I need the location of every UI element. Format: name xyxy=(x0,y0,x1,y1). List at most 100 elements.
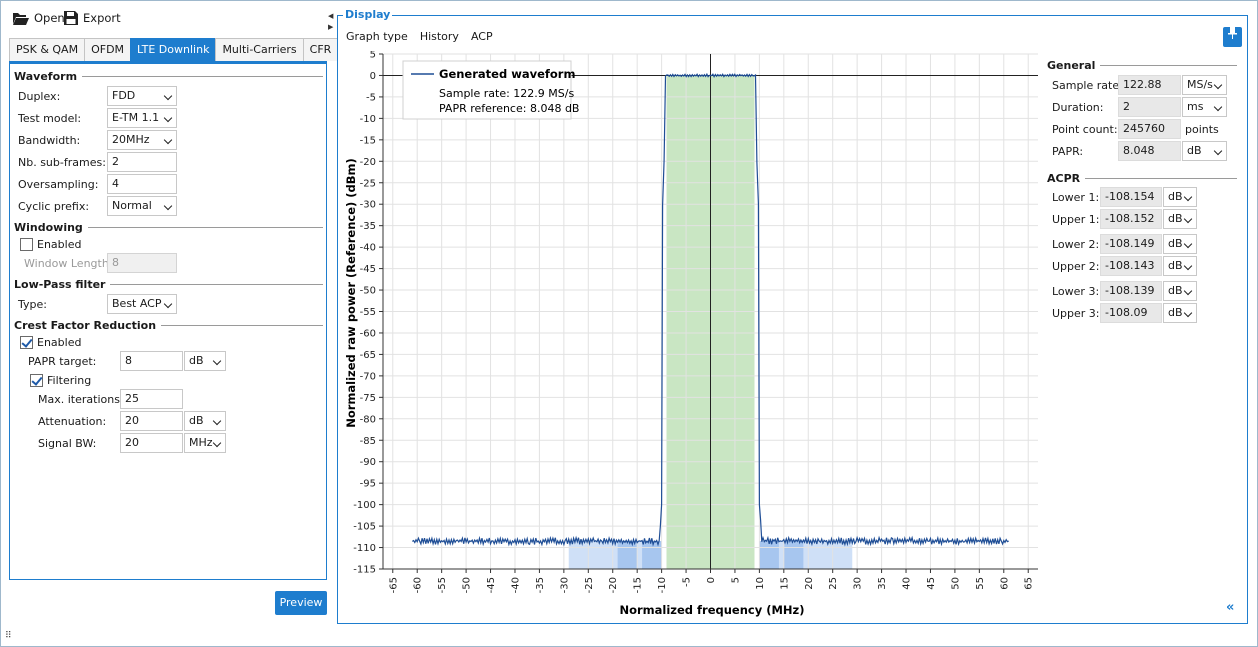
tab-bar: PSK & QAM OFDM LTE Downlink Multi-Carrie… xyxy=(9,38,339,61)
tab-ofdm[interactable]: OFDM xyxy=(84,38,132,61)
y-tick-label: -5 xyxy=(366,92,376,103)
x-tick-label: 65 xyxy=(1024,577,1035,590)
cfr-section-title: Crest Factor Reduction xyxy=(14,319,323,332)
x-tick-label: -30 xyxy=(559,577,570,593)
x-tick-label: -10 xyxy=(657,577,668,593)
lowpass-type-select[interactable]: Best ACP xyxy=(107,294,177,314)
tab-psk-qam[interactable]: PSK & QAM xyxy=(9,38,86,61)
sample-rate-unit-select[interactable]: MS/s xyxy=(1182,75,1227,95)
y-tick-label: -15 xyxy=(360,135,376,146)
attenuation-input[interactable]: 20 xyxy=(120,411,183,431)
duplex-select[interactable]: FDD xyxy=(107,86,177,106)
y-tick-label: -30 xyxy=(360,200,376,211)
y-tick-label: -115 xyxy=(353,565,376,576)
point-count-unit: points xyxy=(1185,123,1219,136)
y-tick-label: -25 xyxy=(360,178,376,189)
menu-history[interactable]: History xyxy=(420,30,459,43)
app-window: Open Export PSK & QAM OFDM LTE Downlink … xyxy=(0,0,1258,647)
attenuation-unit-select[interactable]: dB xyxy=(184,411,226,431)
acpr-upper-2-unit[interactable]: dB xyxy=(1163,256,1197,276)
x-tick-label: 60 xyxy=(999,577,1010,590)
y-tick-label: -75 xyxy=(360,393,376,404)
tab-cfr[interactable]: CFR xyxy=(302,38,339,61)
preview-button[interactable]: Preview xyxy=(275,591,327,615)
acpr-upper-3-label: Upper 3: xyxy=(1052,307,1100,320)
legend-sample-rate: Sample rate: 122.9 MS/s xyxy=(439,87,574,100)
subframes-label: Nb. sub-frames: xyxy=(18,156,106,169)
bandwidth-select[interactable]: 20MHz xyxy=(107,130,177,150)
test-model-select[interactable]: E-TM 1.1 xyxy=(107,108,177,128)
acp-band-2 xyxy=(617,541,638,569)
oversampling-input[interactable]: 4 xyxy=(107,174,177,194)
x-tick-label: -65 xyxy=(388,577,399,593)
x-tick-label: -55 xyxy=(437,577,448,593)
legend-title: Generated waveform xyxy=(439,67,575,81)
open-button[interactable]: Open xyxy=(13,11,65,25)
max-iterations-label: Max. iterations: xyxy=(38,393,124,406)
y-tick-label: -95 xyxy=(360,479,376,490)
acpr-lower-2-label: Lower 2: xyxy=(1052,238,1100,251)
acp-band-3 xyxy=(783,541,804,569)
windowing-enabled-checkbox[interactable] xyxy=(20,238,33,251)
menu-graph-type[interactable]: Graph type xyxy=(346,30,408,43)
y-tick-label: -55 xyxy=(360,307,376,318)
x-tick-label: 50 xyxy=(950,577,961,590)
lowpass-type-label: Type: xyxy=(18,298,47,311)
window-length-label: Window Length: xyxy=(24,257,113,270)
acpr-section-title: ACPR xyxy=(1047,172,1237,185)
x-tick-label: -50 xyxy=(462,577,473,593)
pin-icon[interactable] xyxy=(1223,27,1242,47)
windowing-section-title: Windowing xyxy=(14,221,323,234)
tab-lte-downlink[interactable]: LTE Downlink xyxy=(130,38,217,61)
acpr-lower-2-value: -108.149 xyxy=(1100,234,1162,254)
sample-rate-label: Sample rate: xyxy=(1052,79,1123,92)
resize-grip-icon[interactable]: ⠿ xyxy=(5,631,12,641)
signal-bw-input[interactable]: 20 xyxy=(120,433,183,453)
subframes-input[interactable]: 2 xyxy=(107,152,177,172)
collapse-double-chevron-icon[interactable]: « xyxy=(1226,600,1234,615)
splitter-arrows-icon[interactable]: ◀ ▶ xyxy=(328,11,333,33)
x-tick-label: 20 xyxy=(804,577,815,590)
x-tick-label: -35 xyxy=(535,577,546,593)
acpr-lower-3-unit[interactable]: dB xyxy=(1163,281,1197,301)
open-label: Open xyxy=(34,11,65,25)
filtering-label: Filtering xyxy=(47,374,92,387)
papr-target-input[interactable]: 8 xyxy=(120,351,183,371)
window-length-input[interactable]: 8 xyxy=(107,253,177,273)
max-iterations-input[interactable]: 25 xyxy=(120,389,183,409)
acpr-upper-3-unit[interactable]: dB xyxy=(1163,303,1197,323)
y-tick-label: -110 xyxy=(353,543,376,554)
y-tick-label: -70 xyxy=(360,371,376,382)
acpr-upper-1-unit[interactable]: dB xyxy=(1163,209,1197,229)
attenuation-label: Attenuation: xyxy=(38,415,107,428)
papr-target-unit-select[interactable]: dB xyxy=(184,351,226,371)
acpr-lower-2-unit[interactable]: dB xyxy=(1163,234,1197,254)
filtering-checkbox[interactable] xyxy=(30,374,43,387)
waveform-section-title: Waveform xyxy=(14,70,323,83)
papr-unit-select[interactable]: dB xyxy=(1182,141,1227,161)
x-tick-label: 45 xyxy=(926,577,937,590)
tab-multi-carriers[interactable]: Multi-Carriers xyxy=(215,38,304,61)
cfr-enabled-checkbox[interactable] xyxy=(20,336,33,349)
duplex-label: Duplex: xyxy=(18,90,61,103)
x-tick-label: -45 xyxy=(486,577,497,593)
acp-band-4 xyxy=(642,541,662,569)
sample-rate-value: 122.88 xyxy=(1118,75,1181,95)
legend-papr-reference: PAPR reference: 8.048 dB xyxy=(439,102,579,115)
duration-unit-select[interactable]: ms xyxy=(1182,97,1227,117)
export-button[interactable]: Export xyxy=(64,11,121,25)
acpr-lower-1-unit[interactable]: dB xyxy=(1163,187,1197,207)
acp-band-5 xyxy=(759,541,779,569)
cfr-enabled-label: Enabled xyxy=(37,336,82,349)
cyclic-prefix-select[interactable]: Normal xyxy=(107,196,177,216)
acpr-lower-1-value: -108.154 xyxy=(1100,187,1162,207)
signal-bw-unit-select[interactable]: MHz xyxy=(184,433,226,453)
menu-acp[interactable]: ACP xyxy=(471,30,493,43)
display-menu: Graph type History ACP xyxy=(346,30,493,43)
cyclic-prefix-label: Cyclic prefix: xyxy=(18,200,90,213)
x-tick-label: 30 xyxy=(853,577,864,590)
x-axis-label: Normalized frequency (MHz) xyxy=(619,603,804,617)
y-tick-label: -40 xyxy=(360,243,376,254)
y-tick-label: 0 xyxy=(370,71,376,82)
lowpass-section-title: Low-Pass filter xyxy=(14,278,323,291)
